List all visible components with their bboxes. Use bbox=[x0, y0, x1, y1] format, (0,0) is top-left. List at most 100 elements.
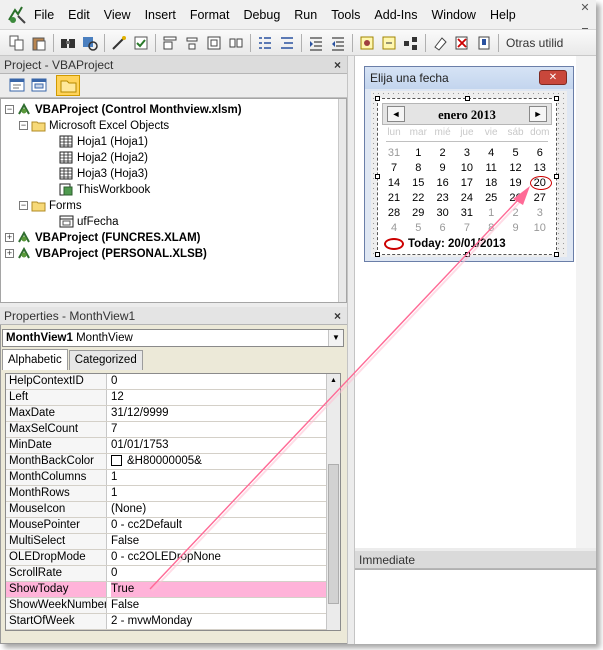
menu-add-ins[interactable]: Add-Ins bbox=[367, 0, 424, 30]
calendar-day[interactable]: 4 bbox=[479, 146, 503, 161]
view-code-icon[interactable] bbox=[8, 77, 26, 93]
properties-scroll-thumb[interactable] bbox=[328, 464, 339, 604]
calendar-day[interactable]: 18 bbox=[479, 176, 503, 191]
calendar-day[interactable]: 3 bbox=[455, 146, 479, 161]
tab-categorized[interactable]: Categorized bbox=[68, 350, 143, 370]
resize-handle[interactable] bbox=[375, 252, 380, 257]
object-selector-dropdown[interactable]: MonthView1 MonthView ▼ bbox=[2, 329, 344, 347]
properties-icon[interactable] bbox=[133, 35, 149, 51]
calendar-day[interactable]: 23 bbox=[431, 191, 455, 206]
collapse-icon[interactable]: − bbox=[19, 201, 28, 210]
property-value[interactable]: 1 bbox=[111, 470, 326, 485]
calendar-day[interactable]: 10 bbox=[455, 161, 479, 176]
vbe-app-icon[interactable] bbox=[6, 4, 28, 26]
properties-window-title[interactable]: Properties - MonthView1 × bbox=[0, 307, 347, 325]
list-indent-icon[interactable] bbox=[257, 35, 273, 51]
tree-node[interactable]: Hoja1 (Hoja1) bbox=[47, 134, 148, 149]
menu-debug[interactable]: Debug bbox=[236, 0, 287, 30]
paste-icon[interactable] bbox=[31, 35, 47, 51]
size-icon[interactable] bbox=[206, 35, 222, 51]
scroll-up-icon[interactable]: ▲ bbox=[327, 374, 340, 387]
toggle-breakpoint-icon[interactable] bbox=[359, 35, 375, 51]
calendar-day[interactable]: 12 bbox=[504, 161, 528, 176]
prev-month-button[interactable]: ◄ bbox=[387, 106, 405, 122]
property-value[interactable]: False bbox=[111, 598, 326, 613]
calendar-day[interactable]: 10 bbox=[528, 221, 552, 236]
calendar-day[interactable]: 1 bbox=[406, 146, 430, 161]
calendar-day[interactable]: 26 bbox=[504, 191, 528, 206]
property-value[interactable]: (None) bbox=[111, 502, 326, 517]
view-object-icon[interactable] bbox=[30, 77, 48, 93]
property-value[interactable]: True bbox=[111, 582, 326, 597]
menu-edit[interactable]: Edit bbox=[61, 0, 97, 30]
menu-help[interactable]: Help bbox=[483, 0, 523, 30]
calendar-day[interactable]: 27 bbox=[528, 191, 552, 206]
property-value[interactable]: 0 - cc2OLEDropNone bbox=[111, 550, 326, 565]
today-footer[interactable]: Today: 20/01/2013 bbox=[384, 236, 506, 252]
resize-handle[interactable] bbox=[465, 96, 470, 101]
property-value[interactable]: 0 bbox=[111, 566, 326, 581]
property-row[interactable]: MultiSelect False bbox=[6, 534, 328, 550]
menu-file[interactable]: File bbox=[32, 0, 61, 30]
mdi-close-icon[interactable]: ✕ bbox=[580, 3, 589, 14]
list-outdent-icon[interactable] bbox=[279, 35, 295, 51]
tree-node[interactable]: ThisWorkbook bbox=[47, 182, 150, 197]
calendar-day[interactable]: 9 bbox=[431, 161, 455, 176]
chevron-down-icon[interactable]: ▼ bbox=[328, 330, 343, 346]
tab-alphabetic[interactable]: Alphabetic bbox=[2, 349, 68, 370]
menu-window[interactable]: Window bbox=[425, 0, 483, 30]
calendar-day[interactable]: 4 bbox=[382, 221, 406, 236]
tree-node[interactable]: Hoja2 (Hoja2) bbox=[47, 150, 148, 165]
copy-icon[interactable] bbox=[9, 35, 25, 51]
calendar-day[interactable]: 1 bbox=[479, 206, 503, 221]
group-icon[interactable] bbox=[228, 35, 244, 51]
tree-node[interactable]: + VBAProject (PERSONAL.XLSB) bbox=[5, 246, 207, 261]
property-row[interactable]: Left 12 bbox=[6, 390, 328, 406]
calendar-day[interactable]: 14 bbox=[382, 176, 406, 191]
quick-watch-icon[interactable] bbox=[381, 35, 397, 51]
property-row[interactable]: MousePointer 0 - cc2Default bbox=[6, 518, 328, 534]
calendar-day[interactable]: 29 bbox=[406, 206, 430, 221]
calendar-day[interactable]: 24 bbox=[455, 191, 479, 206]
property-value[interactable]: 12 bbox=[111, 390, 326, 405]
immediate-window-input[interactable] bbox=[355, 569, 596, 644]
property-row[interactable]: MaxDate 31/12/9999 bbox=[6, 406, 328, 422]
call-stack-icon[interactable] bbox=[403, 35, 419, 51]
userform-close-button[interactable]: ✕ bbox=[539, 70, 567, 85]
expand-icon[interactable]: + bbox=[5, 233, 14, 242]
calendar-day[interactable]: 15 bbox=[406, 176, 430, 191]
property-value[interactable]: 1 bbox=[111, 486, 326, 501]
tree-node[interactable]: − Forms bbox=[19, 198, 82, 213]
calendar-day[interactable]: 8 bbox=[406, 161, 430, 176]
calendar-day[interactable]: 3 bbox=[528, 206, 552, 221]
tree-node[interactable]: ufFecha bbox=[47, 214, 119, 229]
property-value[interactable]: 31/12/9999 bbox=[111, 406, 326, 421]
vertical-splitter[interactable] bbox=[347, 56, 355, 644]
resize-handle[interactable] bbox=[375, 174, 380, 179]
tree-node[interactable]: + VBAProject (FUNCRES.XLAM) bbox=[5, 230, 200, 245]
calendar-day[interactable]: 31 bbox=[455, 206, 479, 221]
property-row[interactable]: StartOfWeek 2 - mvwMonday bbox=[6, 614, 328, 630]
property-row[interactable]: ShowToday True bbox=[6, 582, 328, 598]
property-value[interactable]: 01/01/1753 bbox=[111, 438, 326, 453]
calendar-day[interactable]: 31 bbox=[382, 146, 406, 161]
calendar-day[interactable]: 22 bbox=[406, 191, 430, 206]
calendar-day[interactable]: 19 bbox=[504, 176, 528, 191]
calendar-day[interactable]: 25 bbox=[479, 191, 503, 206]
calendar-day[interactable]: 2 bbox=[504, 206, 528, 221]
center-icon[interactable] bbox=[184, 35, 200, 51]
tree-node[interactable]: Hoja3 (Hoja3) bbox=[47, 166, 148, 181]
menu-view[interactable]: View bbox=[97, 0, 138, 30]
menu-tools[interactable]: Tools bbox=[324, 0, 367, 30]
calendar-day[interactable]: 5 bbox=[504, 146, 528, 161]
property-row[interactable]: ShowWeekNumbers False bbox=[6, 598, 328, 614]
outdent-icon[interactable] bbox=[330, 35, 346, 51]
collapse-icon[interactable]: − bbox=[19, 121, 28, 130]
property-row[interactable]: MouseIcon (None) bbox=[6, 502, 328, 518]
next-month-button[interactable]: ► bbox=[529, 106, 547, 122]
resize-handle[interactable] bbox=[554, 252, 559, 257]
calendar-day[interactable]: 2 bbox=[431, 146, 455, 161]
property-value[interactable]: 7 bbox=[111, 422, 326, 437]
toolbox-icon[interactable] bbox=[111, 35, 127, 51]
find-icon[interactable] bbox=[60, 35, 76, 51]
